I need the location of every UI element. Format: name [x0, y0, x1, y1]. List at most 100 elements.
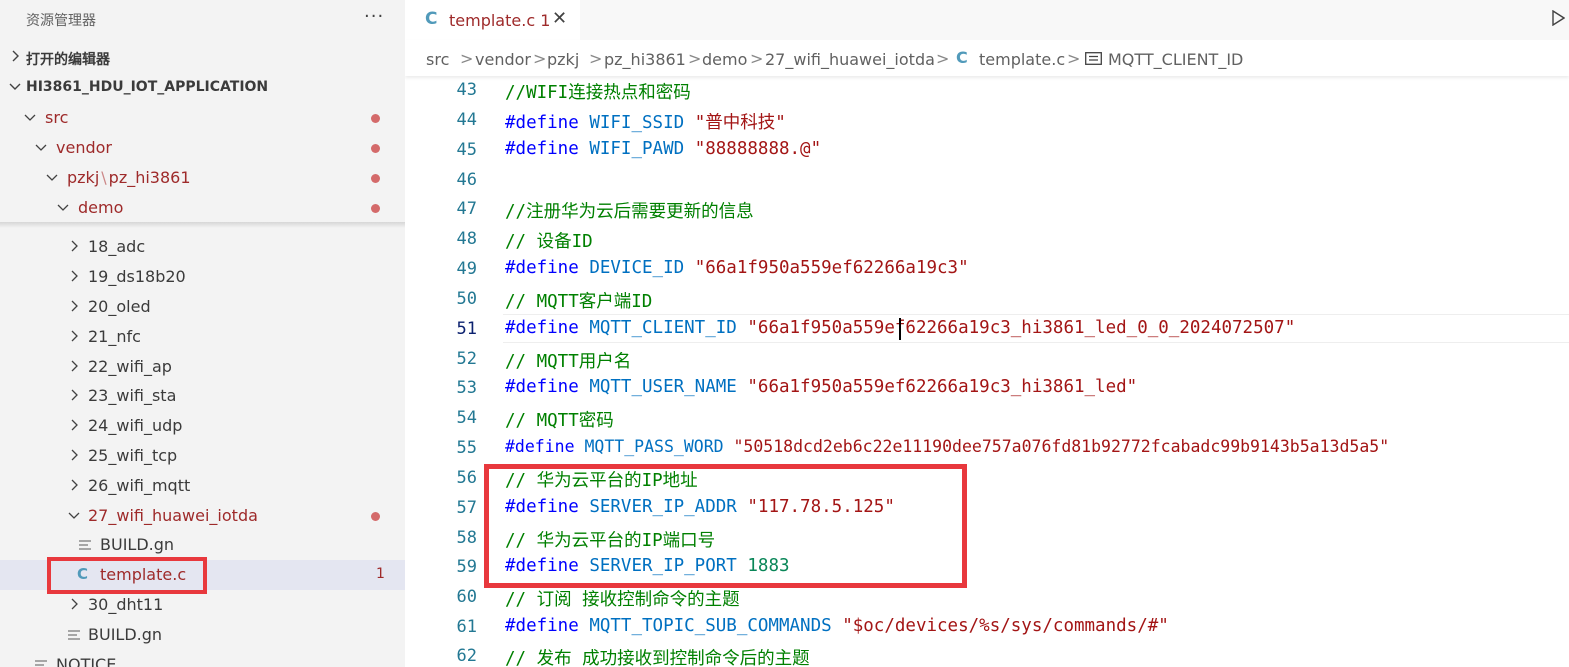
breadcrumb-item[interactable]: src: [426, 50, 449, 69]
tree-folder-item[interactable]: 24_wifi_udp: [0, 411, 405, 441]
chevron-down-icon: [46, 174, 58, 181]
file-lines-icon: [35, 660, 47, 666]
tree-folder-pzkj[interactable]: pzkj \ pz_hi3861: [0, 163, 405, 193]
tree-folder-iotda[interactable]: 27_wifi_huawei_iotda: [0, 501, 405, 531]
code-line: 48 // 设备ID: [456, 229, 593, 252]
code-line: 45 #define WIFI_PAWD "88888888.@": [456, 139, 822, 160]
tree-label: 20_oled: [88, 297, 151, 316]
breadcrumb-item[interactable]: demo: [702, 50, 747, 69]
tree-folder-item[interactable]: 21_nfc: [0, 322, 405, 352]
breadcrumb-separator: >: [750, 49, 764, 68]
code-line: 50 // MQTT客户端ID: [456, 289, 653, 312]
code-line: 52 // MQTT用户名: [456, 349, 632, 372]
sticky-scroll-shadow: [0, 222, 405, 228]
tree-label: 21_nfc: [88, 327, 141, 346]
problem-count-badge: 1: [376, 566, 385, 582]
code-line: 62 // 发布 成功接收到控制命令后的主题: [456, 646, 810, 667]
breadcrumb-separator: >: [936, 49, 950, 68]
code-line: 43 //WIFI连接热点和密码: [456, 80, 691, 103]
code-line-current: 51 #define MQTT_CLIENT_ID "66a1f950a559e…: [405, 314, 1569, 344]
file-lines-icon: [68, 630, 80, 640]
chevron-right-icon: [12, 50, 19, 62]
chevron-right-icon: [71, 479, 78, 491]
tree-label: 22_wifi_ap: [88, 357, 172, 376]
tree-folder-src[interactable]: src: [0, 103, 405, 133]
chevron-right-icon: [71, 419, 78, 431]
breadcrumb-separator: >: [688, 49, 702, 68]
editor-area: C template.c 1 ✕ src > vendor > pzkj > p…: [405, 0, 1569, 667]
close-icon[interactable]: ✕: [552, 8, 567, 29]
tree-label: demo: [78, 198, 124, 217]
tree-folder-item[interactable]: 26_wifi_mqtt: [0, 471, 405, 501]
c-file-icon: C: [425, 9, 438, 29]
tree-label: 25_wifi_tcp: [88, 446, 178, 465]
tree-folder-item[interactable]: 20_oled: [0, 292, 405, 322]
explorer-title: 资源管理器: [26, 13, 96, 29]
symbol-constant-icon: [1085, 52, 1102, 65]
tree-folder-item[interactable]: 23_wifi_sta: [0, 381, 405, 411]
tab-template-c[interactable]: C template.c 1 ✕: [405, 0, 580, 40]
tab-bar: C template.c 1 ✕: [405, 0, 1569, 40]
tree-folder-item[interactable]: 18_adc: [0, 232, 405, 262]
breadcrumb-item[interactable]: vendor: [475, 50, 531, 69]
modified-dot: [371, 174, 380, 183]
tree-folder-item[interactable]: 30_dht11: [0, 590, 405, 620]
modified-dot: [371, 144, 380, 153]
tree-file-build[interactable]: BUILD.gn: [0, 530, 405, 560]
code-line: 61 #define MQTT_TOPIC_SUB_COMMANDS "$oc/…: [456, 616, 1169, 637]
breadcrumb-separator: >: [1067, 49, 1081, 68]
text-caret: [899, 318, 901, 340]
chevron-down-icon: [35, 144, 47, 151]
tree-label: pzkj \ pz_hi3861: [67, 168, 191, 187]
tree-label: BUILD.gn: [88, 625, 163, 644]
modified-dot: [371, 512, 380, 521]
file-lines-icon: [79, 540, 91, 550]
tree-folder-demo[interactable]: demo: [0, 193, 405, 223]
project-section[interactable]: HI3861_HDU_IOT_APPLICATION: [0, 73, 405, 103]
chevron-down-icon: [24, 114, 36, 121]
chevron-right-icon: [71, 240, 78, 252]
tree-label: 27_wifi_huawei_iotda: [88, 506, 258, 525]
breadcrumb-item[interactable]: 27_wifi_huawei_iotda: [765, 50, 935, 69]
chevron-right-icon: [71, 360, 78, 372]
chevron-right-icon: [71, 300, 78, 312]
tree-folder-item[interactable]: 22_wifi_ap: [0, 352, 405, 382]
chevron-right-icon: [71, 330, 78, 342]
chevron-right-icon: [71, 449, 78, 461]
tree-folder-item[interactable]: 19_ds18b20: [0, 262, 405, 292]
code-line: 49 #define DEVICE_ID "66a1f950a559ef6226…: [456, 258, 969, 279]
chevron-down-icon: [68, 512, 80, 519]
breadcrumb-item[interactable]: MQTT_CLIENT_ID: [1108, 50, 1243, 69]
breadcrumb: src > vendor > pzkj > pz_hi3861 > demo >…: [405, 40, 1569, 76]
tree-folder-vendor[interactable]: vendor: [0, 133, 405, 163]
tree-label: src: [45, 108, 69, 127]
code-line: 47 //注册华为云后需要更新的信息: [456, 199, 754, 222]
tree-label: 19_ds18b20: [88, 267, 186, 286]
chevron-right-icon: [71, 270, 78, 282]
tree-file-build[interactable]: BUILD.gn: [0, 620, 405, 650]
code-line: 46: [456, 170, 477, 190]
more-actions-icon[interactable]: ···: [364, 6, 384, 27]
breadcrumb-separator: >: [533, 49, 547, 68]
tree-label: 26_wifi_mqtt: [88, 476, 191, 495]
tree-file-notice[interactable]: NOTICE: [0, 650, 405, 667]
run-icon[interactable]: [1551, 10, 1565, 26]
tree-folder-item[interactable]: 25_wifi_tcp: [0, 441, 405, 471]
code-line: 54 // MQTT密码: [456, 408, 614, 431]
modified-dot: [371, 204, 380, 213]
highlight-box: [47, 557, 207, 594]
chevron-down-icon: [57, 204, 69, 211]
breadcrumb-item[interactable]: template.c: [979, 50, 1065, 69]
tree-label: 18_adc: [88, 237, 146, 256]
tree-label: 24_wifi_udp: [88, 416, 183, 435]
breadcrumb-item[interactable]: pz_hi3861: [604, 50, 686, 69]
tree-label: 30_dht11: [88, 595, 164, 614]
explorer-sidebar: 资源管理器 ··· 打开的编辑器 HI3861_HDU_IOT_APPLICAT…: [0, 0, 405, 667]
highlight-box: [484, 464, 967, 588]
code-line: 44 #define WIFI_SSID "普中科技": [456, 110, 786, 133]
chevron-down-icon: [9, 83, 21, 90]
breadcrumb-separator: >: [589, 49, 603, 68]
breadcrumb-item[interactable]: pzkj: [547, 50, 579, 69]
c-file-icon: C: [956, 48, 968, 67]
open-editors-section[interactable]: 打开的编辑器: [0, 43, 405, 73]
